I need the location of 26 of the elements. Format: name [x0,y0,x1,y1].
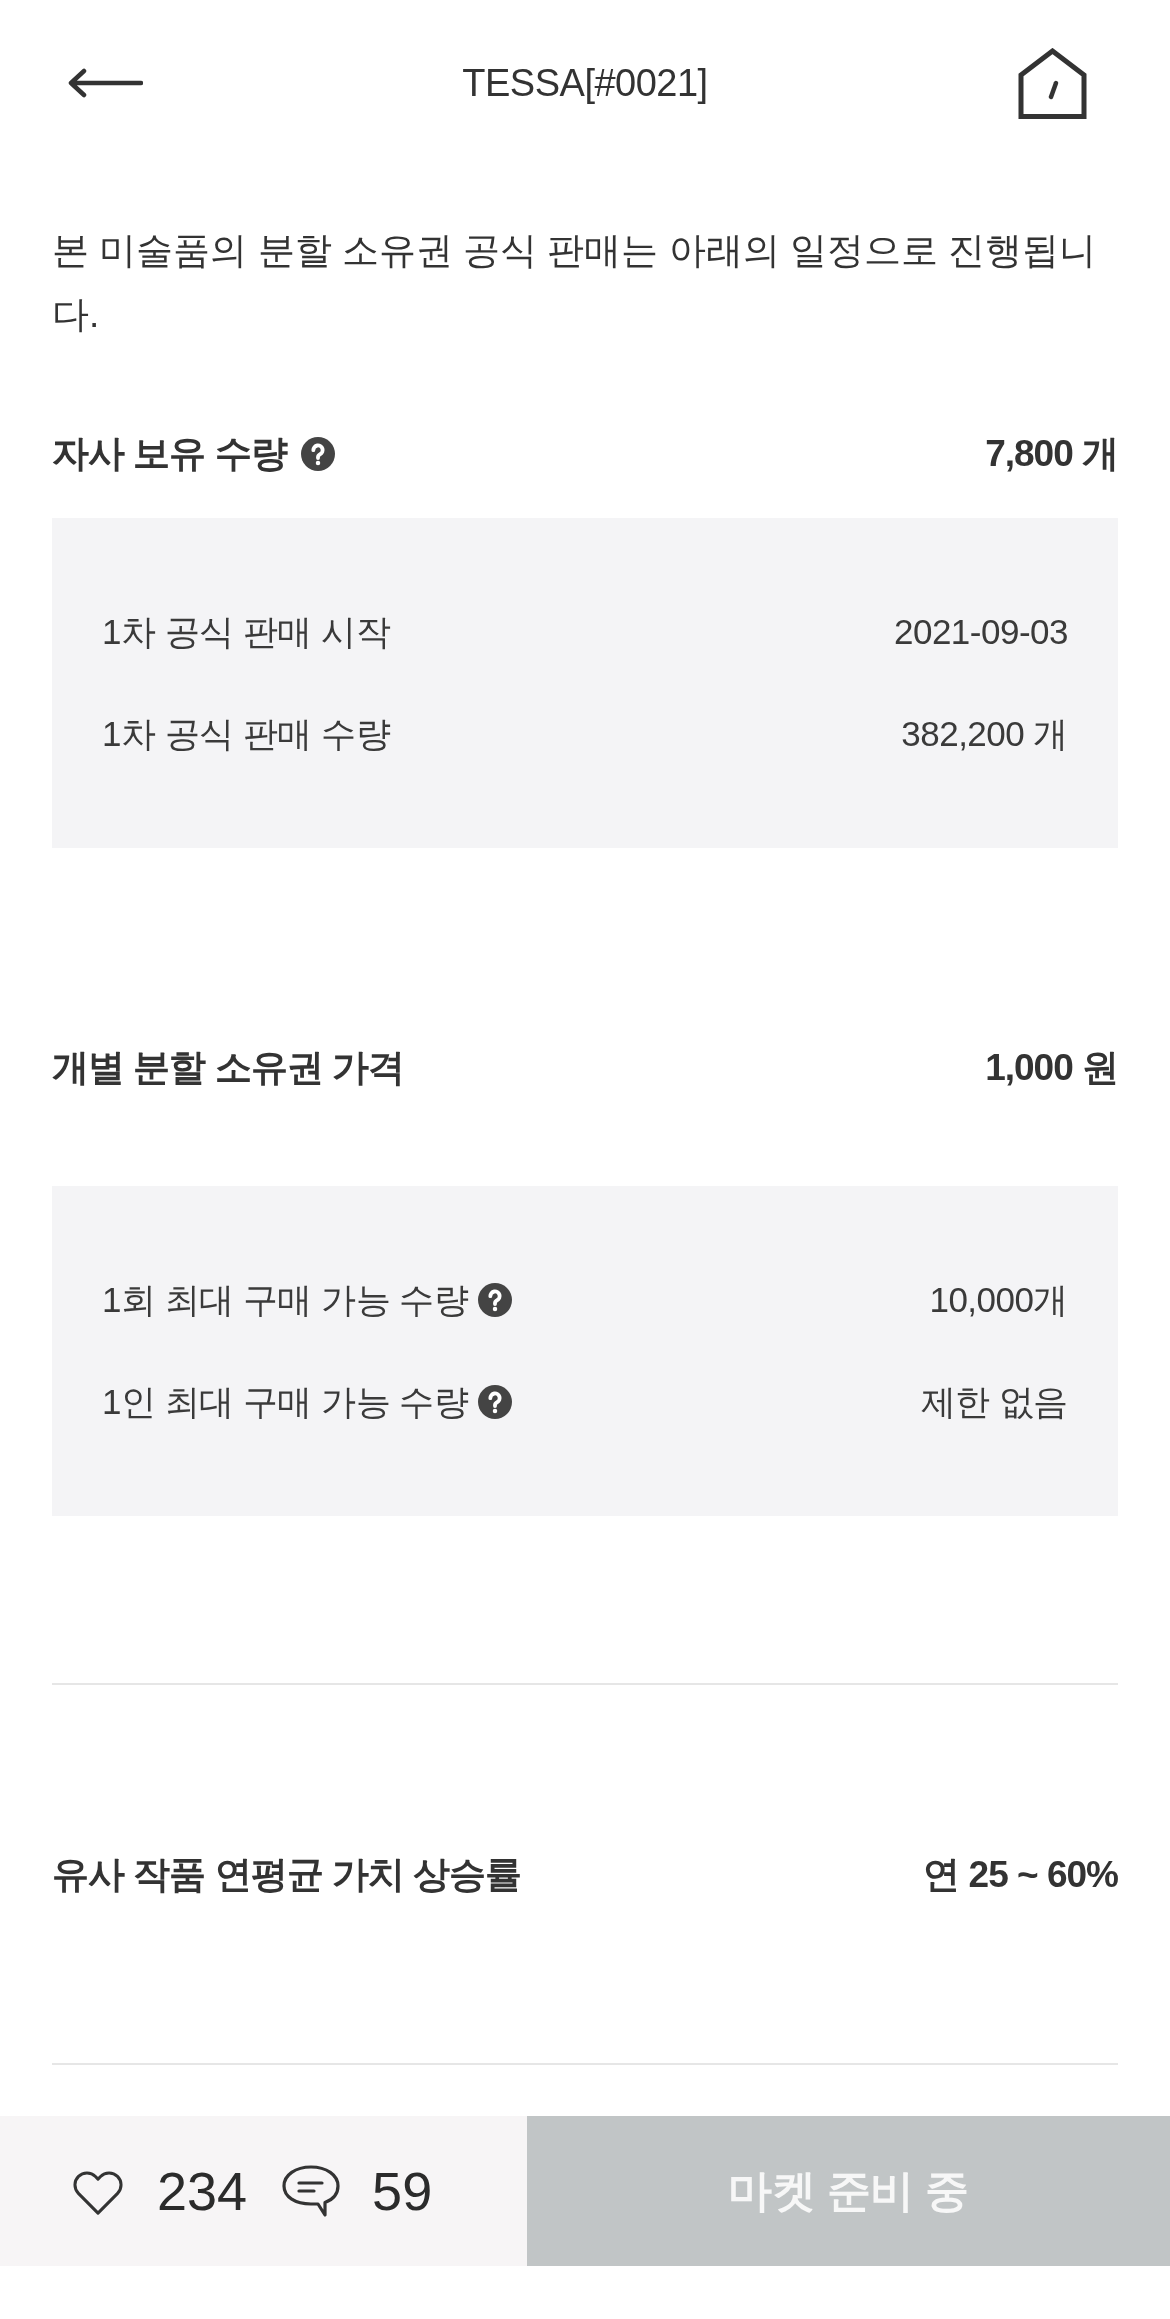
detail-label: 1회 최대 구매 가능 수량 [102,1278,469,1321]
detail-label: 1차 공식 판매 수량 [102,712,391,755]
help-icon[interactable] [478,1385,513,1419]
detail-value: 382,200 개 [901,712,1068,755]
detail-value: 10,000개 [929,1278,1068,1321]
comment-count: 59 [372,2160,433,2222]
section-label: 유사 작품 연평균 가치 상승률 [52,1853,522,1897]
section-label: 자사 보유 수량 [52,432,287,476]
home-icon [1018,47,1087,119]
back-arrow-icon [67,67,143,99]
section-label: 개별 분할 소유권 가격 [52,1046,404,1090]
section-value: 연 25 ~ 60% [923,1853,1118,1897]
home-button[interactable] [1018,47,1087,119]
detail-label: 1차 공식 판매 시작 [102,610,391,653]
help-icon[interactable] [300,437,335,471]
section-value: 7,800 개 [985,432,1118,476]
section-value: 1,000 원 [985,1046,1118,1090]
comment-icon[interactable] [281,2164,342,2218]
help-icon[interactable] [478,1283,513,1317]
like-count: 234 [157,2160,248,2222]
intro-text: 본 미술품의 분할 소유권 공식 판매는 아래의 일정으로 진행됩니다. [51,229,1098,337]
page-title: TESSA[#0021] [462,61,708,105]
detail-label: 1인 최대 구매 가능 수량 [102,1380,469,1423]
back-button[interactable] [67,67,143,99]
detail-value: 제한 없음 [920,1380,1068,1423]
detail-value: 2021-09-03 [893,612,1068,652]
